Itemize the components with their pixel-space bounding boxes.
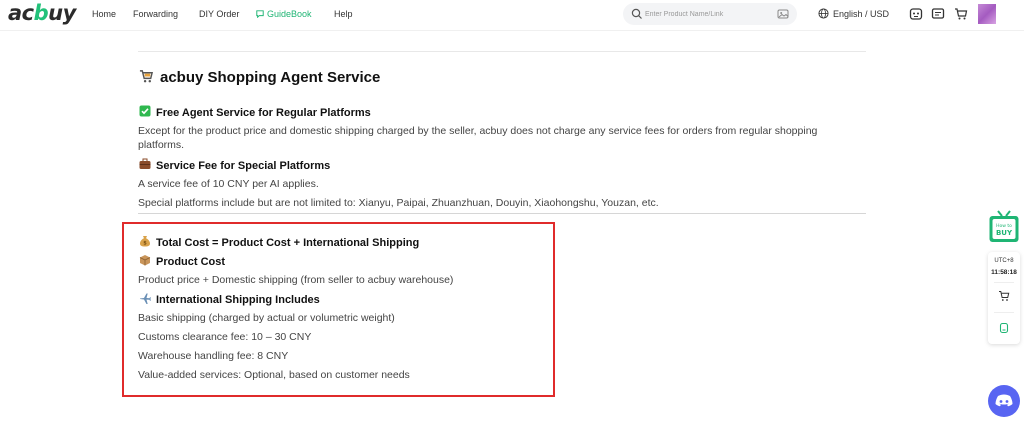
message-icon[interactable] <box>931 7 945 21</box>
shipping-line: Basic shipping (charged by actual or vol… <box>138 312 395 324</box>
page-title-text: acbuy Shopping Agent Service <box>160 69 381 86</box>
section-heading-special-fee-text: Service Fee for Special Platforms <box>156 160 331 172</box>
guidebook-icon <box>256 10 264 18</box>
page-title: acbuy Shopping Agent Service <box>139 69 380 87</box>
shopping-cart-icon <box>139 70 154 83</box>
section-heading-free-agent: Free Agent Service for Regular Platforms <box>139 105 371 120</box>
product-cost-text: Product price + Domestic shipping (from … <box>138 274 454 286</box>
buy-label: BUY <box>996 229 1013 237</box>
language-currency-selector[interactable]: English / USD <box>818 8 889 20</box>
nav-guidebook-label: GuideBook <box>267 9 312 19</box>
panel-divider <box>994 312 1014 313</box>
cart-icon[interactable] <box>998 290 1010 302</box>
shipping-line: Value-added services: Optional, based on… <box>138 369 410 381</box>
nav-diy-order[interactable]: DIY Order <box>199 9 239 20</box>
total-cost-heading-text: Total Cost = Product Cost + Internationa… <box>156 237 420 249</box>
section-heading-free-agent-text: Free Agent Service for Regular Platforms <box>156 107 371 119</box>
customer-service-icon[interactable] <box>998 322 1010 334</box>
international-shipping-heading-text: International Shipping Includes <box>156 294 320 306</box>
product-cost-heading-text: Product Cost <box>156 256 226 268</box>
logo-text-uy: uy <box>48 1 76 25</box>
discord-button[interactable] <box>988 385 1020 417</box>
nav-forwarding[interactable]: Forwarding <box>133 9 178 20</box>
package-icon <box>139 255 151 266</box>
search-icon[interactable] <box>631 8 643 20</box>
language-label: English / USD <box>833 9 890 19</box>
free-agent-description: Except for the product price and domesti… <box>138 125 818 151</box>
total-cost-heading: $ Total Cost = Product Cost + Internation… <box>139 235 419 250</box>
cart-icon[interactable] <box>954 7 968 21</box>
how-to-buy-button[interactable]: How to BUY <box>988 209 1020 245</box>
special-platforms-text: Special platforms include but are not li… <box>138 197 659 209</box>
globe-icon <box>818 8 829 19</box>
nav-home[interactable]: Home <box>92 9 116 20</box>
nav-help[interactable]: Help <box>334 9 353 20</box>
image-search-icon[interactable] <box>777 8 789 20</box>
service-fee-text: A service fee of 10 CNY per AI applies. <box>138 178 319 190</box>
check-mark-icon <box>139 105 151 117</box>
logo-text-ac: ac <box>8 1 34 25</box>
briefcase-icon <box>139 158 151 169</box>
section-heading-special-fee: Service Fee for Special Platforms <box>139 158 330 173</box>
shipping-line: Warehouse handling fee: 8 CNY <box>138 350 289 362</box>
search-input[interactable] <box>645 7 773 21</box>
robot-icon[interactable] <box>909 7 923 21</box>
shipping-line: Customs clearance fee: 10 – 30 CNY <box>138 331 312 343</box>
svg-text:$: $ <box>143 241 147 247</box>
timezone-label: UTC+8 <box>994 258 1014 264</box>
section-divider <box>138 213 866 214</box>
search-bar[interactable] <box>623 3 797 25</box>
clock-time: 11:58:18 <box>991 269 1017 276</box>
product-cost-heading: Product Cost <box>139 254 225 269</box>
logo-text-b: b <box>33 1 49 25</box>
content-top-divider <box>138 51 866 52</box>
user-avatar[interactable] <box>978 4 996 24</box>
discord-icon <box>995 394 1013 407</box>
acbuy-logo[interactable]: acbuy <box>8 2 76 24</box>
money-bag-icon: $ <box>140 236 150 247</box>
airplane-icon <box>140 293 151 304</box>
side-tools-panel: UTC+8 11:58:18 <box>988 252 1020 344</box>
panel-divider <box>994 282 1014 283</box>
international-shipping-heading: International Shipping Includes <box>139 292 320 307</box>
top-nav-bar: acbuy Home Forwarding DIY Order GuideBoo… <box>0 0 1024 31</box>
nav-guidebook[interactable]: GuideBook <box>256 9 312 20</box>
